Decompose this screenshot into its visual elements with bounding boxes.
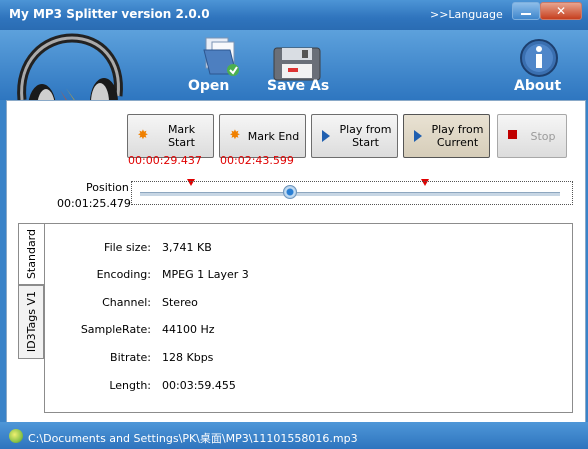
mark-end-button[interactable]: ✸ Mark End [219,114,306,158]
info-about-icon [520,39,558,77]
play-from-start-button[interactable]: Play from Start [311,114,398,158]
file-size-value: 3,741 KB [162,241,212,254]
position-time: 00:01:25.479 [57,197,131,210]
mark-start-time: 00:00:29.437 [128,154,202,167]
about-button[interactable]: About [514,78,561,94]
play-from-current-label: Play from Current [431,123,484,149]
stop-button[interactable]: Stop [497,114,567,158]
encoding-label: Encoding: [96,268,151,281]
mark-star-icon: ✸ [229,128,241,143]
mark-star-icon: ✸ [137,128,149,143]
samplerate-value: 44100 Hz [162,323,215,336]
stop-icon [508,130,517,139]
open-folder-icon [203,37,239,76]
bitrate-label: Bitrate: [110,351,151,364]
status-bar: C:\Documents and Settings\PK\桌面\MP3\1110… [0,422,588,449]
standard-info-panel: File size: 3,741 KB Encoding: MPEG 1 Lay… [44,223,573,413]
status-globe-icon [9,429,23,443]
play-from-current-button[interactable]: Play from Current [403,114,490,158]
length-label: Length: [109,379,151,392]
toolbar: Open Save As About [0,30,588,132]
minimize-button[interactable] [512,2,540,20]
position-label: Position [86,181,129,194]
window-title: My MP3 Splitter version 2.0.0 [9,7,210,21]
app-window: My MP3 Splitter version 2.0.0 >>Language… [0,0,588,449]
mark-start-button[interactable]: ✸ Mark Start [127,114,214,158]
status-file-path: C:\Documents and Settings\PK\桌面\MP3\1110… [28,432,358,445]
close-button[interactable]: ✕ [540,2,582,20]
slider-track [140,192,560,196]
language-menu[interactable]: >>Language [430,8,503,21]
play-icon [414,130,422,142]
save-as-button[interactable]: Save As [267,78,329,94]
save-disk-icon [273,47,321,81]
bitrate-value: 128 Kbps [162,351,214,364]
samplerate-label: SampleRate: [80,323,151,336]
length-value: 00:03:59.455 [162,379,236,392]
channel-value: Stereo [162,296,198,309]
title-bar: My MP3 Splitter version 2.0.0 >>Language… [0,0,588,30]
slider-thumb[interactable] [282,185,297,199]
stop-label: Stop [530,129,556,143]
mark-start-label: Mark Start [167,123,196,149]
encoding-value: MPEG 1 Layer 3 [162,268,249,281]
open-button[interactable]: Open [188,78,229,94]
mark-end-label: Mark End [247,129,300,143]
mark-end-time: 00:02:43.599 [220,154,294,167]
channel-label: Channel: [102,296,151,309]
play-icon [322,130,330,142]
play-from-start-label: Play from Start [339,123,392,149]
file-size-label: File size: [104,241,151,254]
position-slider[interactable] [131,181,573,205]
